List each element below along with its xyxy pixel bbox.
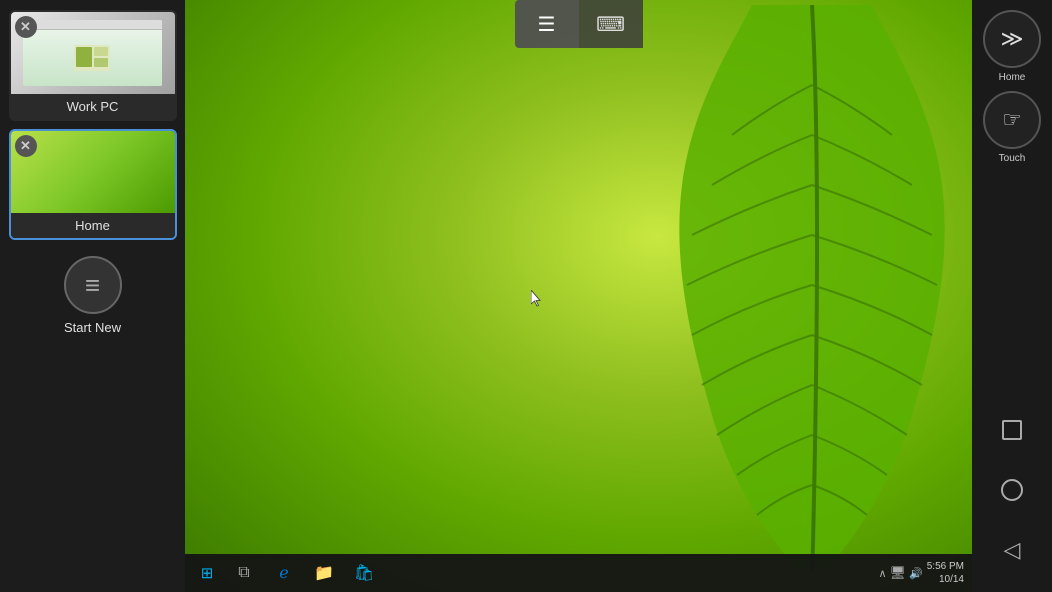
keyboard-toolbar-button[interactable]: ⌨ [579, 0, 643, 48]
touch-button-label: Touch [999, 153, 1026, 164]
start-new-button[interactable]: ≡ Start New [9, 256, 177, 335]
touch-icon: ☞ [1002, 107, 1022, 133]
close-home-button[interactable]: ✕ [15, 135, 37, 157]
system-tray-icons: ∧ 🖥 🔊 [878, 565, 922, 581]
taskbar-items: ⧉ ℯ 📁 🛍 [225, 556, 878, 590]
time: 5:56 PM [927, 560, 964, 573]
session-card-home[interactable]: ✕ Home [9, 129, 177, 240]
work-pc-label: Work PC [11, 94, 175, 119]
taskbar-multitasking[interactable]: ⧉ [225, 556, 263, 590]
home-remote-icon: ≫ [1000, 26, 1023, 52]
square-nav-button[interactable] [990, 408, 1034, 452]
taskbar-system-tray: ∧ 🖥 🔊 5:56 PM 10/14 [878, 560, 968, 586]
date: 10/14 [927, 573, 964, 586]
close-work-pc-button[interactable]: ✕ [15, 16, 37, 38]
remote-desktop-view[interactable]: ⊞ ⧉ ℯ 📁 🛍 ∧ 🖥 🔊 [185, 0, 972, 592]
taskbar-store[interactable]: 🛍 [345, 556, 383, 590]
taskbar-start-button[interactable]: ⊞ [189, 555, 225, 591]
home-label: Home [11, 213, 175, 238]
left-sidebar: ✕ Work PC ✕ [0, 0, 185, 592]
taskbar: ⊞ ⧉ ℯ 📁 🛍 ∧ 🖥 🔊 [185, 554, 972, 592]
back-nav-button[interactable]: ◁ [990, 528, 1034, 572]
back-icon: ◁ [1004, 537, 1021, 563]
browser-icon: ℯ [279, 563, 288, 583]
taskbar-explorer[interactable]: 📁 [305, 556, 343, 590]
home-control-group: ≫ Home [983, 10, 1041, 83]
task-view-icon: ⧉ [238, 564, 249, 582]
menu-toolbar-button[interactable]: ☰ [515, 0, 579, 48]
mouse-cursor [531, 290, 543, 306]
touch-control-group: ☞ Touch [983, 91, 1041, 164]
main-area: ☰ ⌨ [185, 0, 972, 592]
tray-network[interactable]: 🖥 [890, 565, 907, 581]
session-card-work-pc[interactable]: ✕ Work PC [9, 10, 177, 121]
taskbar-browser[interactable]: ℯ [265, 556, 303, 590]
keyboard-icon: ⌨ [596, 12, 625, 37]
home-button-label: Home [999, 72, 1026, 83]
touch-button[interactable]: ☞ [983, 91, 1041, 149]
leaf-decoration [652, 0, 972, 570]
folder-icon: 📁 [314, 563, 334, 583]
circle-nav-button[interactable] [990, 468, 1034, 512]
start-new-icon: ≡ [64, 256, 122, 314]
home-button[interactable]: ≫ [983, 10, 1041, 68]
tray-volume[interactable]: 🔊 [909, 567, 923, 580]
desktop-background [185, 0, 972, 592]
clock[interactable]: 5:56 PM 10/14 [927, 560, 964, 586]
top-toolbar: ☰ ⌨ [515, 0, 643, 48]
circle-icon [1001, 479, 1023, 501]
right-sidebar: ≫ Home ☞ Touch ◁ [972, 0, 1052, 592]
start-new-label: Start New [64, 320, 121, 335]
square-icon [1002, 420, 1022, 440]
windows-icon: ⊞ [201, 564, 214, 582]
menu-icon: ☰ [538, 12, 556, 37]
tray-chevron[interactable]: ∧ [878, 567, 886, 580]
store-icon: 🛍 [354, 563, 374, 583]
